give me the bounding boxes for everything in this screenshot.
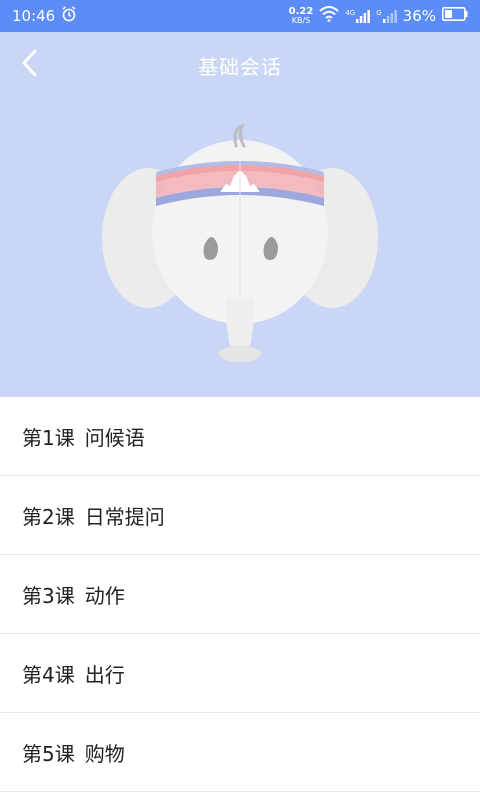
lesson-name: 日常提问 [84,504,165,529]
header-banner: 基础会话 [0,32,480,397]
back-button[interactable] [10,44,50,86]
signal-icon-g: G [376,9,397,23]
signal-4g-label: 4G [345,9,356,17]
lesson-name: 购物 [84,741,125,766]
signal-icon-4g: 4G [345,9,371,23]
lesson-item-1[interactable]: 第1课 问候语 [0,397,480,476]
lesson-name: 问候语 [84,425,145,450]
lesson-item-2[interactable]: 第2课 日常提问 [0,476,480,555]
lesson-number: 第5课 [22,741,75,766]
lesson-number: 第3课 [22,583,75,608]
top-bar: 基础会话 [0,32,480,98]
status-bar-right: 0.22 KB/S 4G G 36% [289,6,468,26]
lesson-number: 第1课 [22,425,75,450]
status-time: 10:46 [12,7,56,25]
elephant-mascot-illustration [100,120,380,372]
lesson-number: 第2课 [22,504,75,529]
lesson-number: 第4课 [22,662,75,687]
status-bar: 10:46 0.22 KB/S 4G G 36% [0,0,480,32]
status-bar-left: 10:46 [12,6,77,26]
network-speed: 0.22 KB/S [288,6,314,26]
lesson-item-3[interactable]: 第3课 动作 [0,555,480,634]
lesson-item-4[interactable]: 第4课 出行 [0,634,480,713]
signal-g-label: G [376,9,382,17]
alarm-icon [61,6,77,26]
lesson-name: 动作 [84,583,125,608]
chevron-left-icon [20,48,40,82]
battery-icon [442,7,468,25]
lesson-name: 出行 [84,662,125,687]
wifi-icon [319,6,339,26]
page-title: 基础会话 [198,54,282,79]
network-speed-unit: KB/S [291,16,311,25]
battery-percent: 36% [402,7,436,25]
lesson-item-5[interactable]: 第5课 购物 [0,713,480,792]
network-speed-value: 0.22 [288,6,314,17]
lesson-list: 第1课 问候语 第2课 日常提问 第3课 动作 第4课 出行 第5课 购物 [0,397,480,803]
